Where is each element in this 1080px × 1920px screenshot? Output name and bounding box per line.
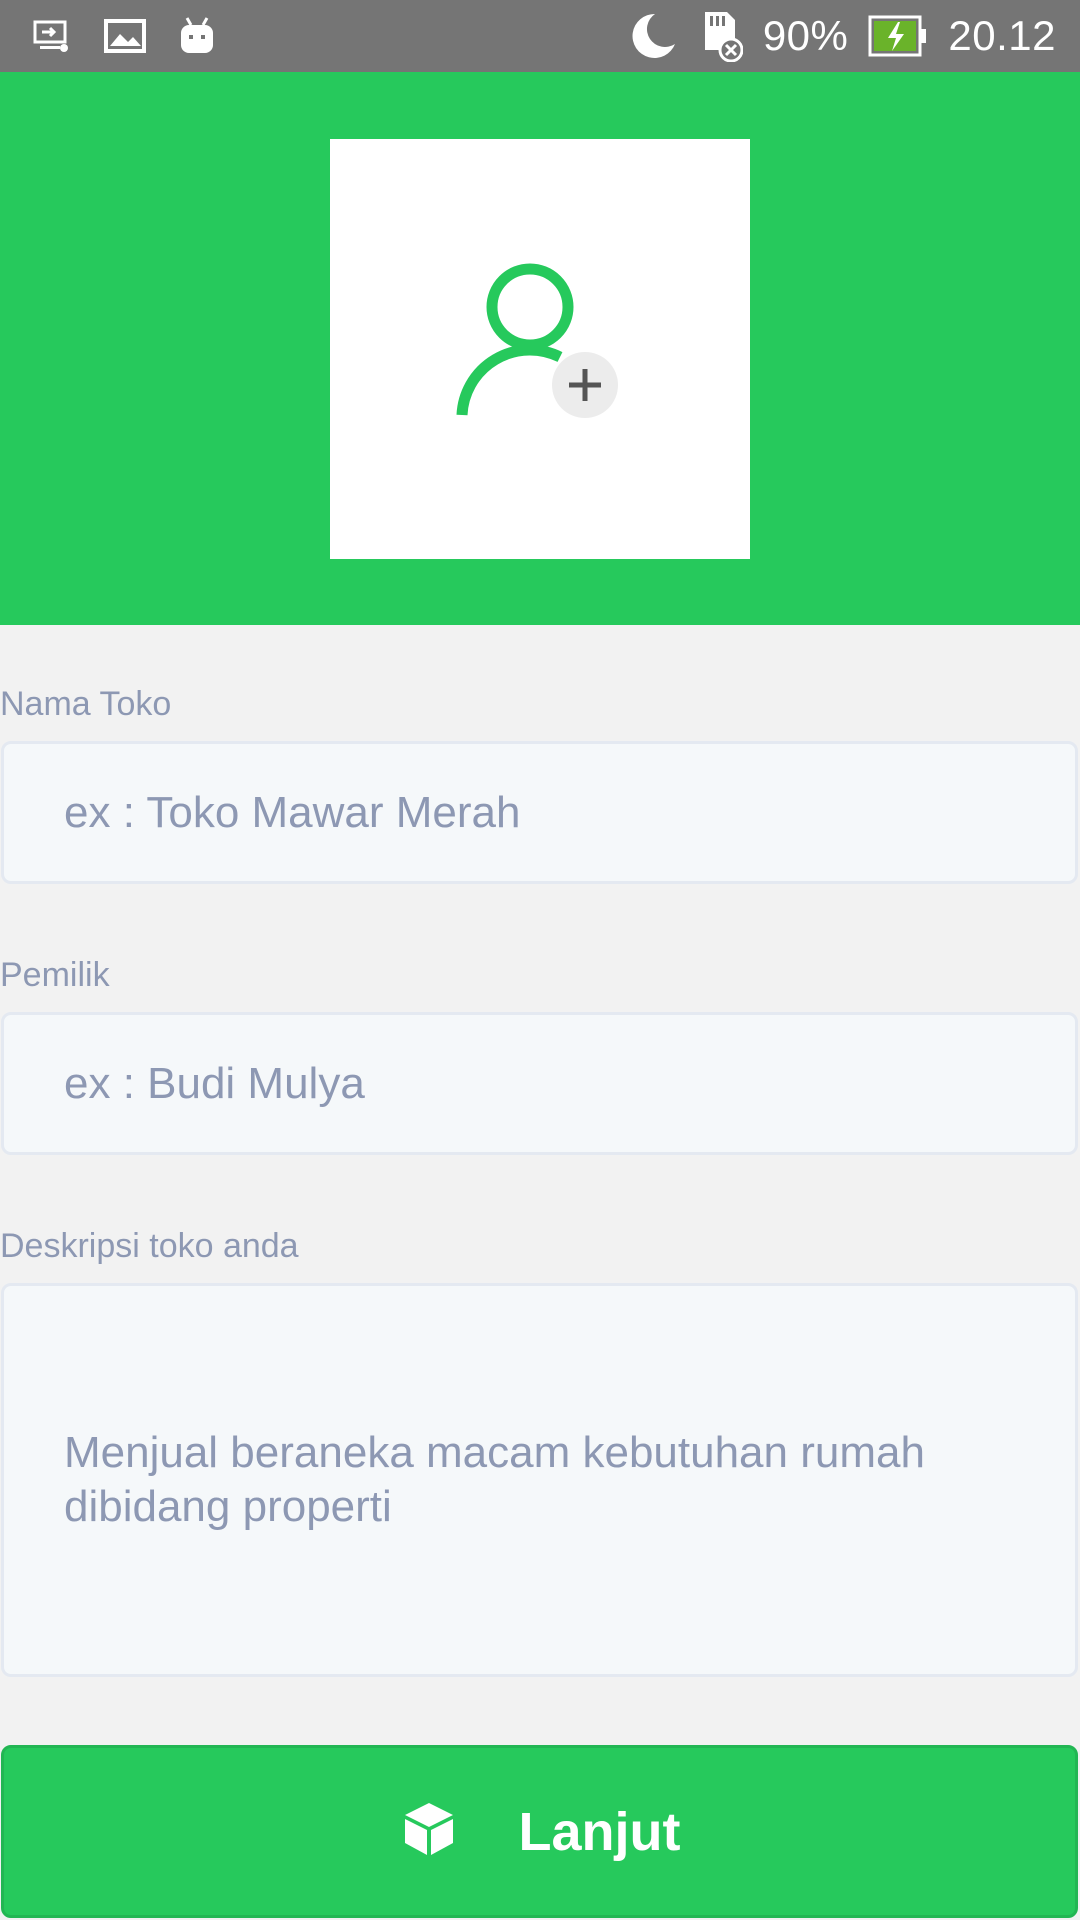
description-label: Deskripsi toko anda <box>0 1227 299 1265</box>
clock: 20.12 <box>948 12 1056 59</box>
add-user-icon <box>456 263 618 418</box>
owner-label: Pemilik <box>0 956 110 994</box>
status-bar-left <box>32 0 248 72</box>
cube-icon <box>399 1799 459 1864</box>
android-debug-icon <box>178 16 216 56</box>
gallery-icon <box>104 18 146 54</box>
battery-charging-icon <box>868 14 928 58</box>
description-textarea[interactable]: Menjual beraneka macam kebutuhan rumah d… <box>1 1283 1078 1677</box>
profile-header <box>0 72 1080 625</box>
store-photo-picker[interactable] <box>330 139 750 559</box>
battery-percent: 90% <box>762 12 849 59</box>
moon-icon <box>625 10 677 62</box>
next-button-label: Lanjut <box>518 1801 681 1862</box>
owner-input[interactable]: ex : Budi Mulya <box>1 1012 1078 1155</box>
status-bar: 90% 20.12 <box>0 0 1080 72</box>
sd-card-error-icon <box>697 10 743 62</box>
screen-cast-icon <box>32 16 72 56</box>
store-name-input[interactable]: ex : Toko Mawar Merah <box>1 741 1078 884</box>
status-bar-right: 90% 20.12 <box>605 0 1056 72</box>
next-button[interactable]: Lanjut <box>1 1745 1078 1918</box>
store-name-label: Nama Toko <box>0 685 172 723</box>
